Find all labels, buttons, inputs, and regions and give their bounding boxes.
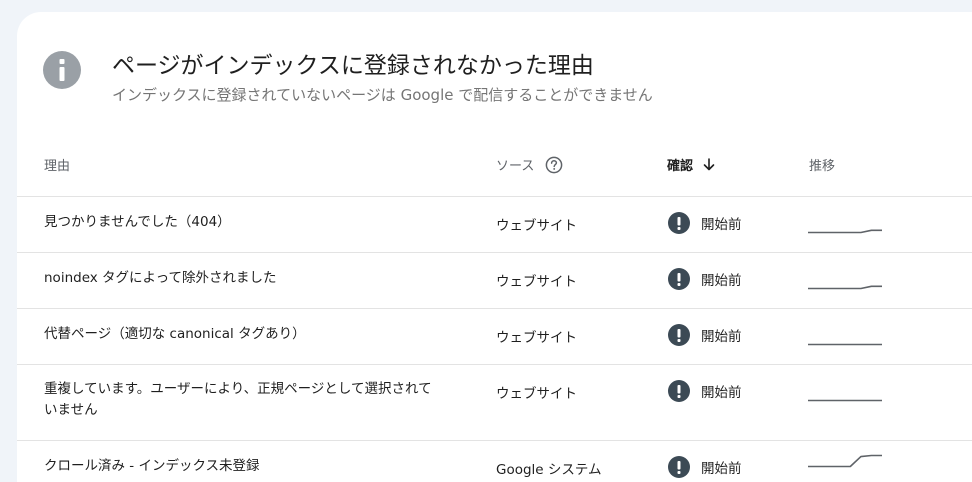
column-header-reason[interactable]: 理由: [44, 155, 70, 174]
column-header-reason-label: 理由: [44, 159, 71, 174]
card-subtitle: インデックスに登録されていないページは Google で配信することができません: [112, 86, 653, 104]
column-header-validation[interactable]: 確認: [667, 155, 715, 174]
source-cell: ウェブサイト: [496, 274, 577, 290]
source-cell: ウェブサイト: [496, 218, 577, 234]
status-label: 開始前: [701, 217, 742, 233]
source-cell: Google システム: [496, 462, 602, 478]
reason-cell: 見つかりませんでした（404）: [44, 214, 231, 230]
validation-status: 開始前: [668, 268, 742, 290]
non-indexed-reasons-card: ページがインデックスに登録されなかった理由 インデックスに登録されていないページ…: [17, 12, 972, 482]
column-header-source-label: ソース: [496, 159, 535, 174]
table-row[interactable]: 重複しています。ユーザーにより、正規ページとして選択されていません ウェブサイト…: [17, 365, 972, 441]
trend-line: [808, 229, 882, 234]
table-row[interactable]: noindex タグによって除外されました ウェブサイト 開始前: [17, 253, 972, 309]
reason-cell: クロール済み - インデックス未登録: [44, 458, 260, 474]
alert-icon: [668, 268, 690, 290]
info-icon: [43, 51, 81, 89]
table-row[interactable]: クロール済み - インデックス未登録 Google システム 開始前: [17, 441, 972, 482]
validation-status: 開始前: [668, 380, 742, 402]
trend-sparkline: [808, 343, 882, 346]
trend-sparkline: [808, 229, 882, 234]
alert-icon: [668, 324, 690, 346]
reason-cell: 代替ページ（適切な canonical タグあり）: [44, 326, 306, 342]
source-cell: ウェブサイト: [496, 330, 577, 346]
validation-status: 開始前: [668, 212, 742, 234]
trend-sparkline: [808, 285, 882, 290]
help-icon[interactable]: [545, 156, 563, 174]
reason-cell: noindex タグによって除外されました: [44, 270, 277, 286]
validation-status: 開始前: [668, 324, 742, 346]
alert-icon: [668, 456, 690, 478]
trend-sparkline: [808, 399, 882, 402]
status-label: 開始前: [701, 461, 742, 477]
table-row[interactable]: 代替ページ（適切な canonical タグあり） ウェブサイト 開始前: [17, 309, 972, 365]
column-header-validation-label: 確認: [667, 159, 694, 174]
card-title: ページがインデックスに登録されなかった理由: [112, 53, 594, 79]
reason-cell: 重複しています。ユーザーにより、正規ページとして選択されていません: [44, 381, 432, 418]
trend-line: [808, 285, 882, 290]
alert-icon: [668, 212, 690, 234]
source-cell: ウェブサイト: [496, 386, 577, 402]
table-row[interactable]: 見つかりませんでした（404） ウェブサイト 開始前: [17, 197, 972, 253]
column-header-trend[interactable]: 推移: [809, 155, 835, 174]
column-header-trend-label: 推移: [809, 159, 836, 174]
alert-icon: [668, 380, 690, 402]
trend-sparkline: [808, 454, 882, 468]
status-label: 開始前: [701, 273, 742, 289]
column-header-source[interactable]: ソース: [496, 155, 563, 174]
status-label: 開始前: [701, 329, 742, 345]
status-label: 開始前: [701, 385, 742, 401]
validation-status: 開始前: [668, 456, 742, 478]
arrow-down-icon: [703, 158, 715, 171]
